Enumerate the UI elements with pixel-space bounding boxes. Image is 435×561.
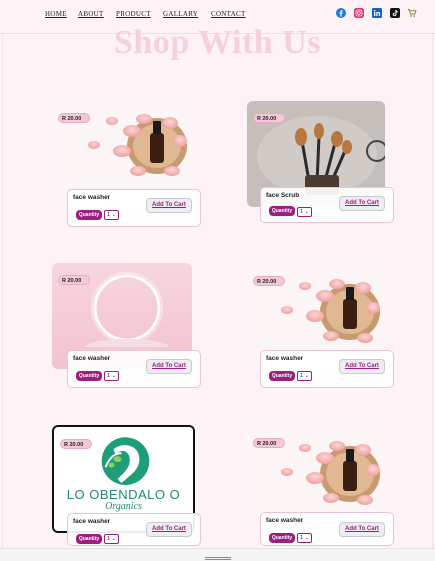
product-info-panel: face washer Quantity 1 ⌄ Add To Cart: [260, 350, 394, 388]
quantity-label: Quantity: [269, 371, 295, 381]
instagram-icon[interactable]: [354, 8, 364, 18]
nav-about[interactable]: ABOUT: [78, 10, 104, 18]
quantity-select[interactable]: 1 ⌄: [297, 207, 312, 217]
price-badge: R 20.00: [60, 439, 92, 449]
price-badge: R 20.00: [253, 113, 285, 123]
linkedin-icon[interactable]: [372, 8, 382, 18]
quantity-label: Quantity: [76, 534, 102, 544]
product-info-panel: face washer Quantity 1 ⌄ Add To Cart: [67, 513, 201, 546]
product-name: face washer: [73, 355, 111, 362]
quantity-label: Quantity: [76, 210, 102, 220]
quantity-select[interactable]: 1 ⌄: [297, 371, 312, 381]
chevron-down-icon: ⌄: [304, 373, 309, 379]
add-to-cart-button[interactable]: Add To Cart: [146, 522, 192, 537]
product-name: face washer: [73, 518, 111, 525]
product-name: face washer: [266, 517, 304, 524]
product-info-panel: face washer Quantity 1 ⌄ Add To Cart: [67, 189, 201, 227]
quantity-select[interactable]: 1 ⌄: [104, 534, 119, 544]
chevron-down-icon: ⌄: [304, 209, 309, 215]
nav-contact[interactable]: CONTACT: [211, 10, 246, 18]
page-title: Shop With Us: [114, 24, 321, 61]
quantity-select[interactable]: 1 ⌄: [104, 371, 119, 381]
menu-handle-icon[interactable]: [205, 557, 231, 561]
quantity-label: Quantity: [269, 206, 295, 216]
chevron-down-icon: ⌄: [111, 373, 116, 379]
quantity-value: 1: [107, 212, 111, 218]
product-info-panel: face washer Quantity 1 ⌄ Add To Cart: [260, 512, 394, 546]
cart-icon[interactable]: [407, 8, 417, 18]
bottom-bar: [0, 548, 435, 561]
nav-product[interactable]: PRODUCT: [116, 10, 151, 18]
quantity-select[interactable]: 1 ⌄: [297, 533, 312, 543]
logo-subtitle: Organics: [105, 501, 142, 512]
product-name: face washer: [266, 355, 304, 362]
price-badge: R 20.00: [58, 113, 90, 123]
add-to-cart-button[interactable]: Add To Cart: [146, 359, 192, 374]
price-badge: R 20.00: [253, 438, 285, 448]
quantity-select[interactable]: 1 ⌄: [104, 210, 119, 220]
quantity-value: 1: [300, 373, 304, 379]
quantity-label: Quantity: [76, 371, 102, 381]
add-to-cart-button[interactable]: Add To Cart: [339, 359, 385, 374]
price-badge: R 20.00: [253, 276, 285, 286]
chevron-down-icon: ⌄: [111, 212, 116, 218]
facebook-icon[interactable]: [336, 8, 346, 18]
quantity-value: 1: [300, 209, 304, 215]
logo-wordmark: LO OBENDALO O: [66, 487, 181, 502]
add-to-cart-button[interactable]: Add To Cart: [146, 198, 192, 213]
nav-gallary[interactable]: GALLARY: [163, 10, 198, 18]
nav-home[interactable]: HOME: [45, 10, 67, 18]
add-to-cart-button[interactable]: Add To Cart: [339, 196, 385, 211]
chevron-down-icon: ⌄: [304, 535, 309, 541]
product-name: face Scrub: [266, 192, 300, 199]
product-info-panel: face Scrub Quantity 1 ⌄ Add To Cart: [260, 187, 394, 223]
chevron-down-icon: ⌄: [111, 536, 116, 542]
quantity-value: 1: [107, 536, 111, 542]
add-to-cart-button[interactable]: Add To Cart: [339, 522, 385, 537]
quantity-value: 1: [300, 535, 304, 541]
tiktok-icon[interactable]: [390, 8, 400, 18]
quantity-value: 1: [107, 373, 111, 379]
product-name: face washer: [73, 194, 111, 201]
product-info-panel: face washer Quantity 1 ⌄ Add To Cart: [67, 350, 201, 388]
price-badge: R 20.00: [58, 275, 90, 285]
quantity-label: Quantity: [269, 533, 295, 543]
